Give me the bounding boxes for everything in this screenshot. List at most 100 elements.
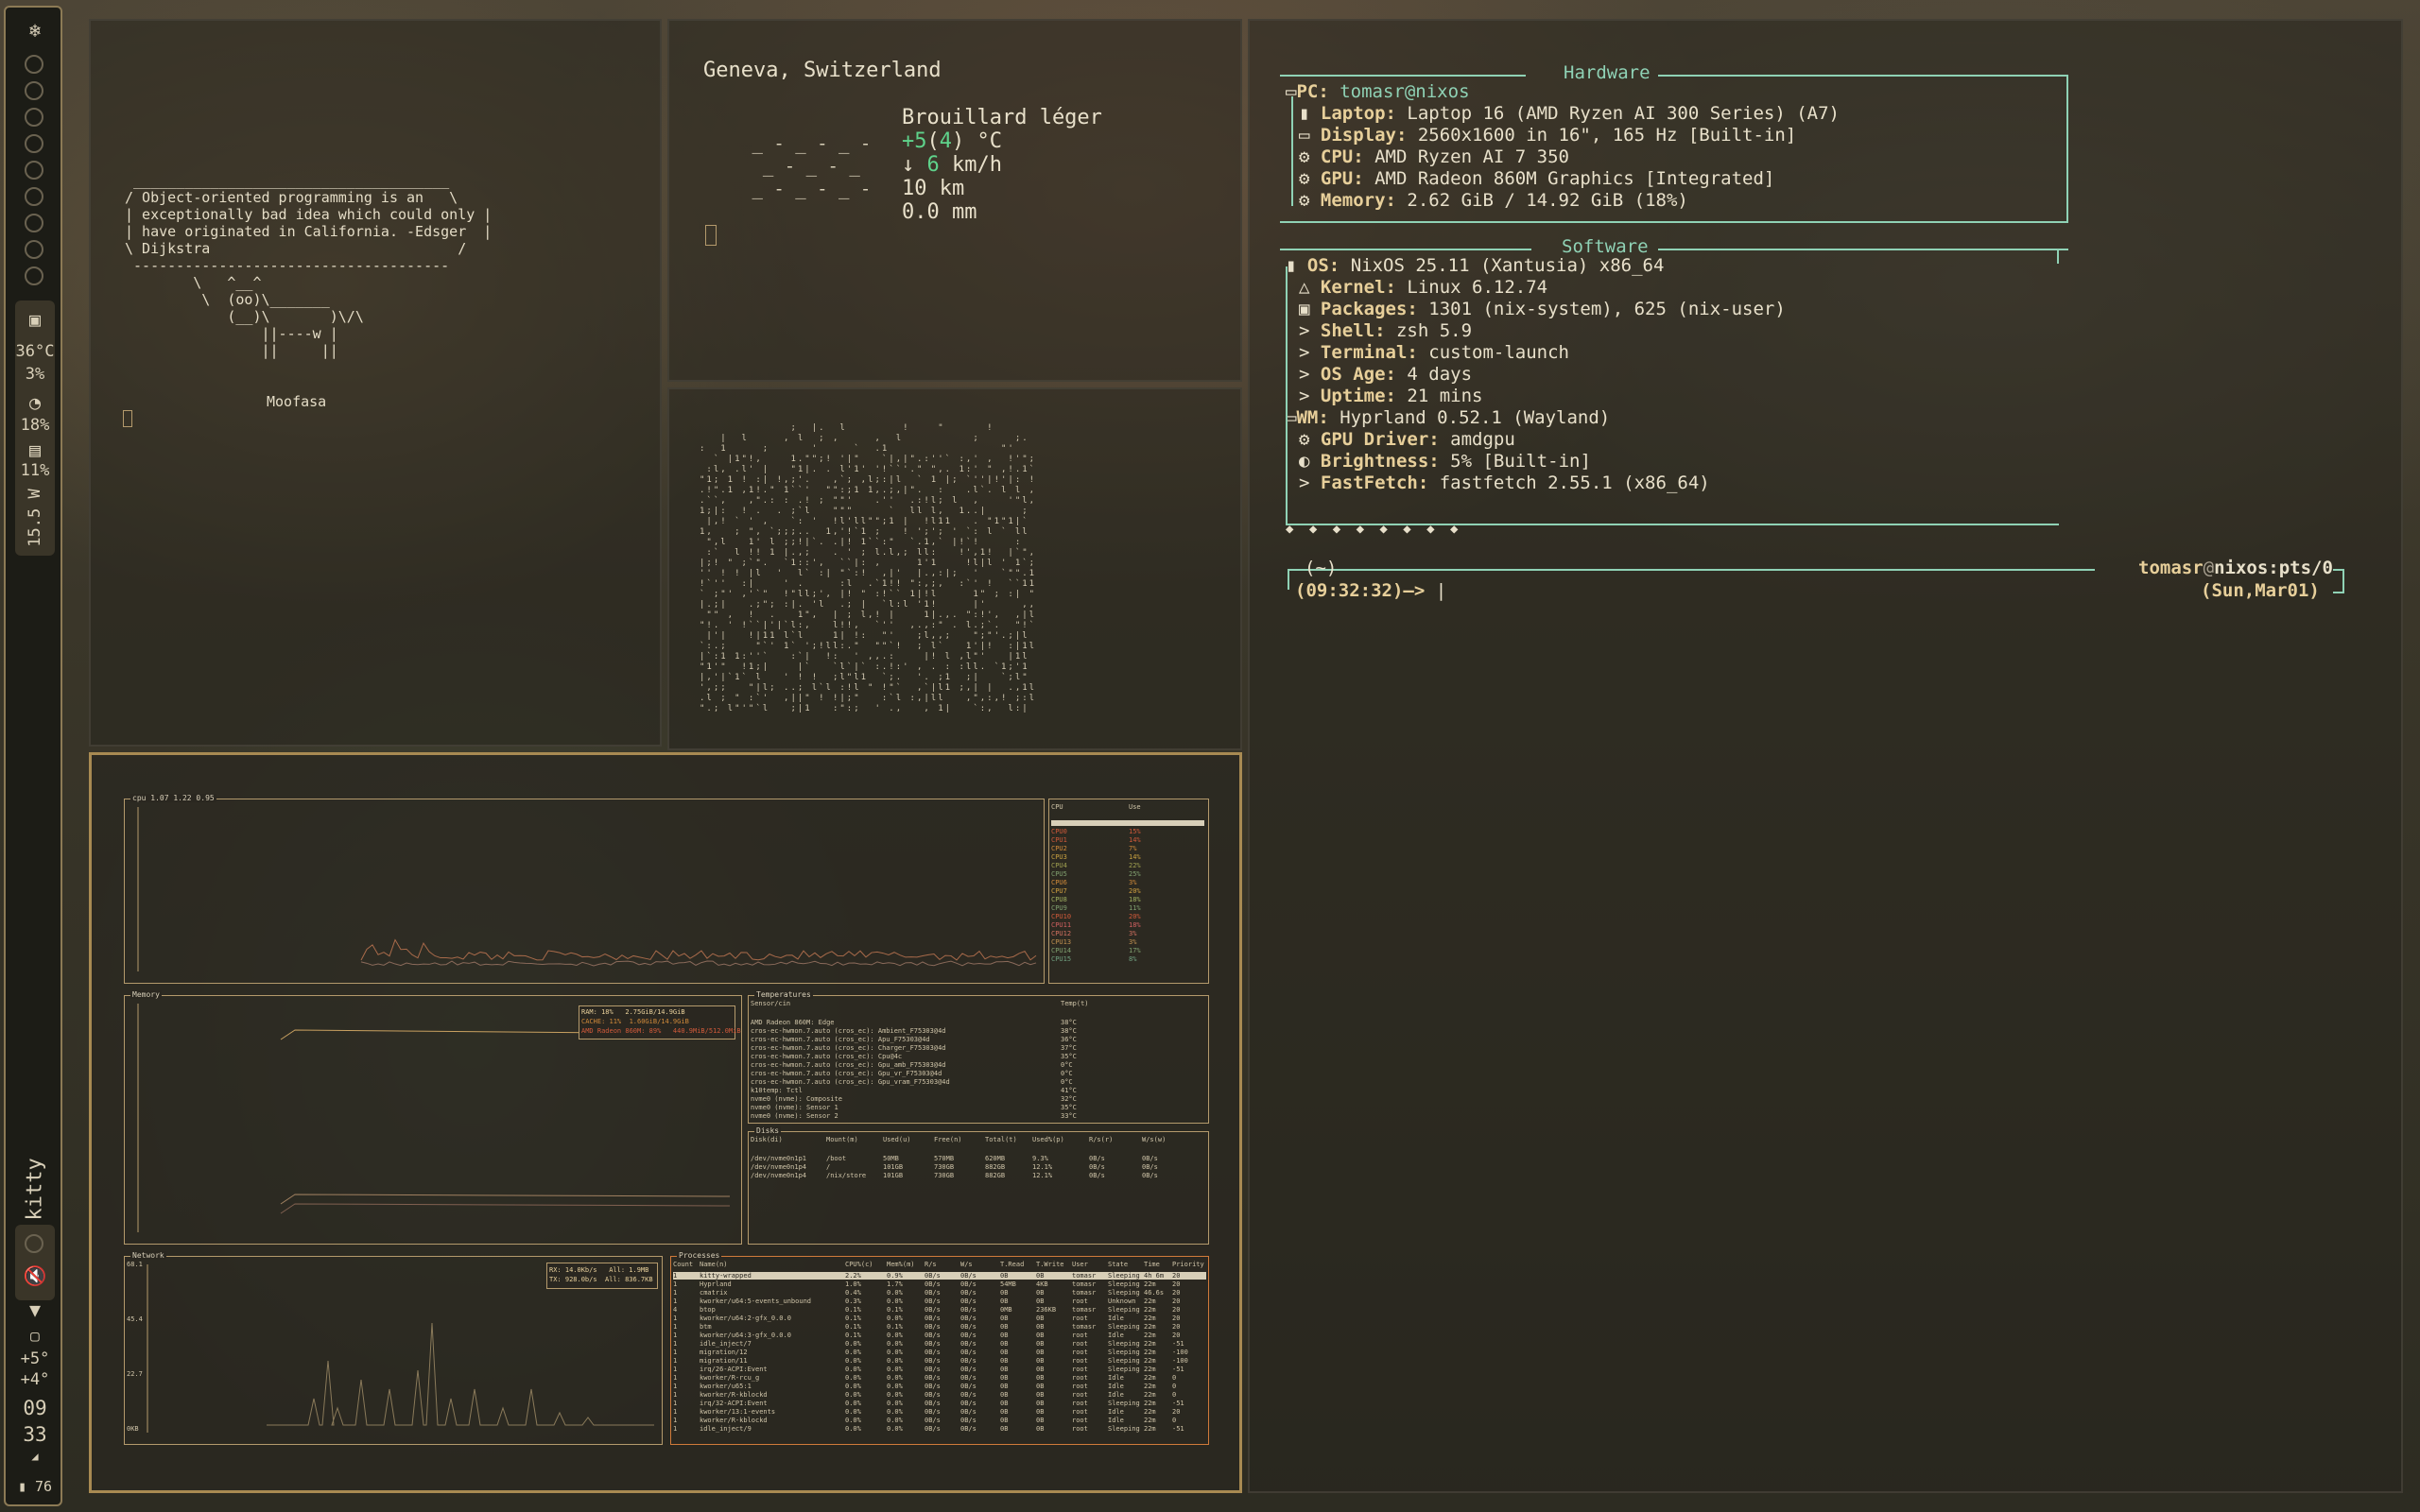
wm-row-item-value: 5% [Built-in]	[1439, 451, 1591, 472]
process-cell: 22m	[1144, 1280, 1156, 1288]
disk-cell: 101GB	[883, 1172, 904, 1179]
hardware-row-key: Memory:	[1320, 190, 1396, 211]
workspace-3-button[interactable]	[25, 108, 43, 127]
clock-minute[interactable]: 33	[6, 1423, 64, 1446]
process-row[interactable]: 4 btop 0.1% 0.1% 0B/s 0B/s 0MB 236KB tomasr Sleep…	[671, 1306, 1206, 1314]
process-cell: Idle	[1108, 1417, 1124, 1424]
software-box-right	[2057, 249, 2059, 264]
cpu-core-use: 8%	[1129, 955, 1137, 963]
weather-icon[interactable]: ▢	[6, 1327, 64, 1345]
color-palette: ◆ ◆ ◆ ◆ ◆ ◆ ◆ ◆	[1286, 522, 1461, 537]
workspace-9-button[interactable]	[25, 266, 43, 285]
process-row[interactable]: 1 migration/11 0.0% 0.0% 0B/s 0B/s 0B 0B root Sle…	[671, 1357, 1206, 1366]
software-row-value: 21 mins	[1395, 386, 1483, 406]
process-cell: 0B/s	[960, 1374, 977, 1382]
wifi-icon[interactable]: ▼	[6, 1298, 64, 1321]
battery-icon: ▮	[17, 1478, 35, 1495]
process-cell: Idle	[1108, 1383, 1124, 1390]
workspace-5-button[interactable]	[25, 161, 43, 180]
process-row[interactable]: 1 kworker/u65:1 0.0% 0.0% 0B/s 0B/s 0B 0B root Id…	[671, 1383, 1206, 1391]
temp-row-value: 35°C	[1061, 1053, 1077, 1060]
workspace-1-button[interactable]	[25, 55, 43, 74]
process-row[interactable]: 1 idle_inject/9 0.0% 0.0% 0B/s 0B/s 0B 0B root Sl…	[671, 1425, 1206, 1434]
cowsay-terminal-window[interactable]: _____________________________________ / …	[89, 19, 662, 747]
clock-hour[interactable]: 09	[6, 1397, 64, 1419]
process-header-cell: T.Write	[1036, 1261, 1064, 1268]
software-row-icon: ▣	[1299, 299, 1321, 319]
process-row[interactable]: 1 kworker/13:1-events 0.0% 0.0% 0B/s 0B/s 0B 0B…	[671, 1408, 1206, 1417]
temp-row-sensor: k10temp: Tctl	[751, 1087, 803, 1094]
temp-unit: °C	[977, 129, 1003, 153]
fastfetch-terminal-window[interactable]: Hardware ▭PC: tomasr@nixos Software ▮ OS…	[1248, 19, 2403, 1493]
process-row[interactable]: 1 irq/32-ACPI:Event 0.0% 0.0% 0B/s 0B/s 0B 0B ro…	[671, 1400, 1206, 1408]
process-row[interactable]: 1 irq/26-ACPI:Event 0.0% 0.0% 0B/s 0B/s 0B 0B ro…	[671, 1366, 1206, 1374]
process-row[interactable]: 1 kworker/R-kblockd 0.0% 0.0% 0B/s 0B/s 0B 0B ro…	[671, 1417, 1206, 1425]
nixos-logo-icon[interactable]: ❄	[6, 19, 64, 42]
process-cell: 0.0%	[845, 1391, 861, 1399]
memory-legend-item: RAM: 18% 2.75GiB/14.9GiB	[581, 1008, 685, 1016]
process-cell: 22m	[1144, 1366, 1156, 1373]
temp-header-value: Temp(t)	[1061, 1000, 1089, 1007]
cpu-core-name: CPU10	[1051, 913, 1072, 920]
cpu-core-use: 3%	[1129, 879, 1137, 886]
workspace-2-button[interactable]	[25, 81, 43, 100]
process-row[interactable]: 1 idle_inject/7 0.0% 0.0% 0B/s 0B/s 0B 0B root Sl…	[671, 1340, 1206, 1349]
cpu-core-use: 20%	[1129, 913, 1141, 920]
process-cell: Sleeping	[1108, 1366, 1140, 1373]
process-row[interactable]: 1 kitty-wrapped 2.2% 0.9% 0B/s 0B/s 0B 0B tomasr…	[671, 1272, 1206, 1280]
weather-visibility: 10 km	[902, 177, 965, 200]
process-row[interactable]: 1 kworker/R-kblockd 0.0% 0.0% 0B/s 0B/s 0B 0B ro…	[671, 1391, 1206, 1400]
hardware-row-icon: ▮	[1299, 103, 1321, 124]
process-cell: 0B/s	[925, 1417, 941, 1424]
process-cell: 0.1%	[845, 1306, 861, 1314]
process-cell: 1	[673, 1374, 678, 1382]
process-cell: 0B/s	[925, 1366, 941, 1373]
process-row[interactable]: 1 kworker/u64:2-gfx_0.0.0 0.1% 0.0% 0B/s 0B/s…	[671, 1314, 1206, 1323]
process-cell: 0B/s	[925, 1357, 941, 1365]
process-row[interactable]: 1 Hyprland 1.0% 1.7% 0B/s 0B/s 54MB 4KB tomasr Sl…	[671, 1280, 1206, 1289]
weather-terminal-window[interactable]: Geneva, Switzerland _ - _ - _ - _ - _ - …	[667, 19, 1242, 382]
process-cell: kworker/R-rcu_g	[700, 1374, 760, 1382]
process-cell: 0B	[1036, 1391, 1045, 1399]
cpu-selected-row	[1051, 820, 1204, 826]
process-cell: -100	[1172, 1349, 1188, 1356]
process-row[interactable]: 1 migration/12 0.0% 0.0% 0B/s 0B/s 0B 0B root Sle…	[671, 1349, 1206, 1357]
process-row[interactable]: 1 btm 0.1% 0.1% 0B/s 0B/s 0B 0B tomasr Sleeping 22…	[671, 1323, 1206, 1332]
process-row[interactable]: 1 kworker/u64:5-events_unbound 0.3% 0.0% 0B/…	[671, 1297, 1206, 1306]
disk-cell: 0B/s	[1089, 1155, 1105, 1162]
btop-terminal-window[interactable]: cpu 1.07 1.22 0.95 CPU Use CPU0 15% CPU1 14…	[89, 752, 1242, 1493]
brightness-icon[interactable]: ◢	[6, 1450, 64, 1463]
process-cell: 0B/s	[960, 1323, 977, 1331]
process-row[interactable]: 1 kworker/u64:3-gfx_0.0.0 0.1% 0.0% 0B/s 0B/s…	[671, 1332, 1206, 1340]
software-row-value: Linux 6.12.74	[1395, 277, 1548, 298]
workspace-8-button[interactable]	[25, 240, 43, 259]
network-tick: 68.1	[127, 1261, 143, 1268]
hardware-row-key: GPU:	[1320, 168, 1364, 189]
process-row[interactable]: 1 kworker/R-rcu_g 0.0% 0.0% 0B/s 0B/s 0B 0B root…	[671, 1374, 1206, 1383]
process-cell: Idle	[1108, 1314, 1124, 1322]
process-cell: 0.0%	[887, 1408, 903, 1416]
cpu-line	[360, 938, 1037, 961]
workspace-7-button[interactable]	[25, 214, 43, 232]
cmatrix-terminal-window[interactable]: ; |. l ! " ! | l , l ; , , l ; ;. : 1 ; …	[667, 387, 1242, 750]
process-cell: 4	[673, 1306, 678, 1314]
battery-value[interactable]: ▮ 76	[6, 1478, 64, 1495]
cpu-core-use: 22%	[1129, 862, 1141, 869]
pc-key: PC:	[1296, 81, 1329, 102]
process-cell: 20	[1172, 1272, 1181, 1280]
process-cell: 0B	[1036, 1297, 1045, 1305]
process-cell: 0.0%	[845, 1400, 861, 1407]
workspace-4-button[interactable]	[25, 134, 43, 153]
process-row[interactable]: 1 cmatrix 0.4% 0.0% 0B/s 0B/s 0B 0B tomasr Sleepi…	[671, 1289, 1206, 1297]
prompt-right: tomasr@nixos:pts/0	[2138, 558, 2333, 578]
volume-muted-icon[interactable]: 🔇	[6, 1264, 64, 1287]
record-button[interactable]	[25, 1234, 43, 1253]
disk-cell: /dev/nvme0n1p4	[751, 1163, 807, 1171]
process-cell: 0.0%	[887, 1374, 903, 1382]
process-cell: 22m	[1144, 1417, 1156, 1424]
disk-cell: /boot	[826, 1155, 847, 1162]
process-cell: 0.0%	[887, 1340, 903, 1348]
process-cell: 22m	[1144, 1332, 1156, 1339]
process-cell: 0B	[1000, 1340, 1009, 1348]
workspace-6-button[interactable]	[25, 187, 43, 206]
